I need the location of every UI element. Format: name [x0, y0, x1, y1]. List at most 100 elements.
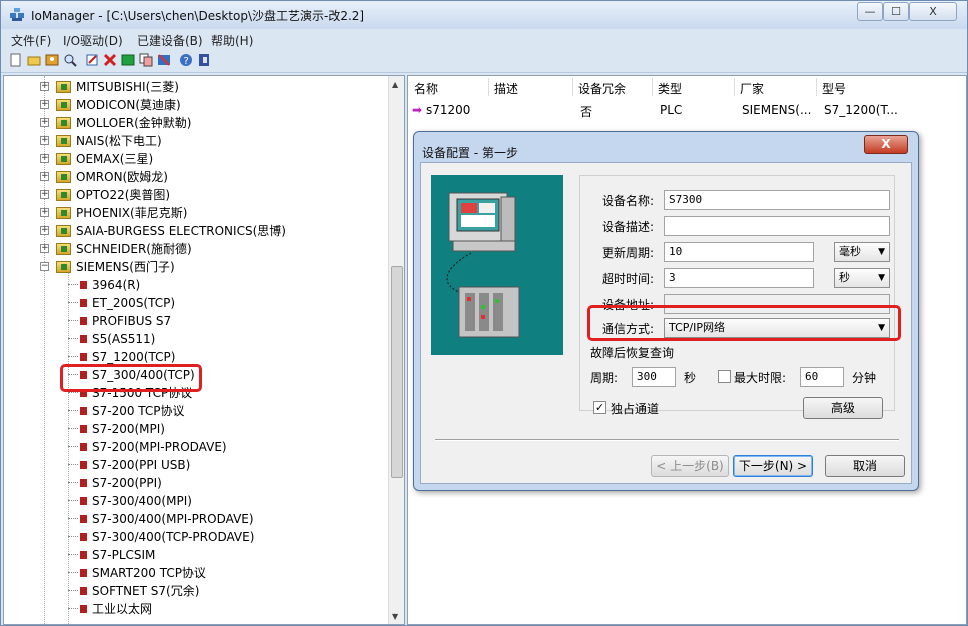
- expand-icon[interactable]: +: [40, 244, 49, 253]
- expand-icon[interactable]: +: [40, 100, 49, 109]
- folder-icon: [56, 189, 71, 201]
- tree-vendor-label: MITSUBISHI(三菱): [76, 80, 179, 94]
- folder-icon: [56, 243, 71, 255]
- label-exclusive-channel: 独占通道: [611, 402, 660, 416]
- device-desc-input[interactable]: [664, 216, 890, 236]
- minimize-button[interactable]: —: [857, 2, 883, 21]
- folder-icon: [56, 135, 71, 147]
- tree-connector: [68, 446, 78, 447]
- tree-vendor-label: SIEMENS(西门子): [76, 260, 175, 274]
- title-bar: IoManager - [C:\Users\chen\Desktop\沙盘工艺演…: [1, 1, 967, 29]
- scroll-thumb[interactable]: [391, 266, 403, 478]
- copy-icon[interactable]: [139, 53, 153, 67]
- driver-icon: [80, 281, 87, 289]
- dialog-divider: [435, 439, 899, 441]
- chevron-down-icon: ▼: [878, 273, 885, 283]
- maximize-button[interactable]: ☐: [883, 2, 909, 21]
- device-illustration: [431, 175, 563, 355]
- tree-driver-label: ET_200S(TCP): [92, 296, 176, 310]
- tree-driver-label: S7-200(PPI): [92, 476, 162, 490]
- remove-device-icon[interactable]: [157, 53, 171, 67]
- device-arrow-icon: ➡: [412, 103, 423, 117]
- next-button[interactable]: 下一步(N) >: [733, 455, 813, 477]
- menu-bar: 文件(F) I/O驱动(D) 已建设备(B) 帮助(H): [1, 29, 967, 49]
- tree-connector: [68, 302, 78, 303]
- edit-icon[interactable]: [85, 53, 99, 67]
- cell-redundant: 否: [580, 105, 593, 119]
- column-header-name[interactable]: 名称: [414, 80, 438, 97]
- driver-icon: [80, 299, 87, 307]
- driver-icon: [80, 497, 87, 505]
- label-minutes: 分钟: [852, 371, 877, 385]
- exclusive-channel-checkbox[interactable]: ✓: [593, 401, 606, 414]
- search-icon[interactable]: [63, 53, 77, 67]
- column-header-desc[interactable]: 描述: [494, 80, 518, 97]
- exit-icon[interactable]: [197, 53, 211, 67]
- tree-connector: [68, 410, 78, 411]
- svg-text:?: ?: [184, 56, 189, 67]
- tree-connector: [68, 590, 78, 591]
- scroll-down-icon[interactable]: ▼: [392, 612, 398, 621]
- folder-icon: [56, 171, 71, 183]
- column-header-redundant[interactable]: 设备冗余: [578, 80, 626, 97]
- timeout-input[interactable]: 3: [664, 268, 814, 288]
- expand-icon[interactable]: +: [40, 136, 49, 145]
- driver-tree[interactable]: + MITSUBISHI(三菱) + MODICON(莫迪康) + MOLLOER(金钟默…: [3, 75, 405, 625]
- expand-icon[interactable]: +: [40, 226, 49, 235]
- prev-button[interactable]: < 上一步(B): [651, 455, 729, 477]
- open-folder-icon[interactable]: [27, 53, 41, 67]
- tree-driver-label: S7-300/400(MPI-PRODAVE): [92, 512, 254, 526]
- tree-vendor-label: SAIA-BURGESS ELECTRONICS(思博): [76, 224, 286, 238]
- tree-connector: [68, 338, 78, 339]
- save-icon[interactable]: [45, 53, 59, 67]
- scroll-up-icon[interactable]: ▲: [392, 80, 398, 89]
- update-period-input[interactable]: 10: [664, 242, 814, 262]
- menu-file[interactable]: 文件(F): [11, 32, 51, 49]
- period-input[interactable]: 300: [632, 367, 676, 387]
- tree-scrollbar[interactable]: ▲ ▼: [388, 76, 404, 624]
- tree-driver-label: S7-200(MPI): [92, 422, 165, 436]
- advanced-button[interactable]: 高级: [803, 397, 883, 419]
- expand-icon[interactable]: +: [40, 190, 49, 199]
- expand-icon[interactable]: +: [40, 154, 49, 163]
- tree-driver-label: SOFTNET S7(冗余): [92, 584, 200, 598]
- new-icon[interactable]: [9, 53, 23, 67]
- max-time-input[interactable]: 60: [800, 367, 844, 387]
- tree-connector: [68, 518, 78, 519]
- device-icon[interactable]: [121, 53, 135, 67]
- delete-icon[interactable]: [103, 53, 117, 67]
- cell-name: s71200: [426, 103, 471, 117]
- tree-connector: [68, 392, 78, 393]
- timeout-unit-select[interactable]: 秒 ▼: [834, 268, 890, 288]
- close-button[interactable]: X: [909, 2, 957, 21]
- column-header-model[interactable]: 型号: [822, 80, 846, 97]
- folder-icon: [56, 99, 71, 111]
- expand-icon[interactable]: +: [40, 82, 49, 91]
- expand-icon[interactable]: +: [40, 208, 49, 217]
- menu-devices[interactable]: 已建设备(B): [137, 32, 203, 49]
- device-name-input[interactable]: S7300: [664, 190, 890, 210]
- tree-connector: [68, 500, 78, 501]
- cancel-button[interactable]: 取消: [825, 455, 905, 477]
- config-group: 设备名称: S7300 设备描述: 更新周期: 10 毫秒 ▼ 超时时间: 3 秒…: [579, 175, 895, 411]
- label-period: 周期:: [590, 371, 619, 385]
- max-time-checkbox[interactable]: [718, 370, 731, 383]
- column-header-vendor[interactable]: 厂家: [740, 80, 764, 97]
- expand-icon[interactable]: +: [40, 118, 49, 127]
- dialog-close-button[interactable]: X: [864, 135, 908, 154]
- help-icon[interactable]: ?: [179, 53, 193, 67]
- tree-driver-label: SMART200 TCP协议: [92, 566, 206, 580]
- column-header-type[interactable]: 类型: [658, 80, 682, 97]
- app-icon: [10, 8, 24, 21]
- update-unit-select[interactable]: 毫秒 ▼: [834, 242, 890, 262]
- toolbar: ?: [1, 49, 967, 73]
- tree-driver-label: PROFIBUS S7: [92, 314, 172, 328]
- driver-icon: [80, 407, 87, 415]
- collapse-icon[interactable]: −: [40, 262, 49, 271]
- tree-driver-label: S7-300/400(MPI): [92, 494, 192, 508]
- menu-help[interactable]: 帮助(H): [211, 32, 253, 49]
- tree-connector: [68, 284, 78, 285]
- menu-io-driver[interactable]: I/O驱动(D): [63, 32, 123, 49]
- expand-icon[interactable]: +: [40, 172, 49, 181]
- chevron-down-icon: ▼: [878, 247, 885, 257]
